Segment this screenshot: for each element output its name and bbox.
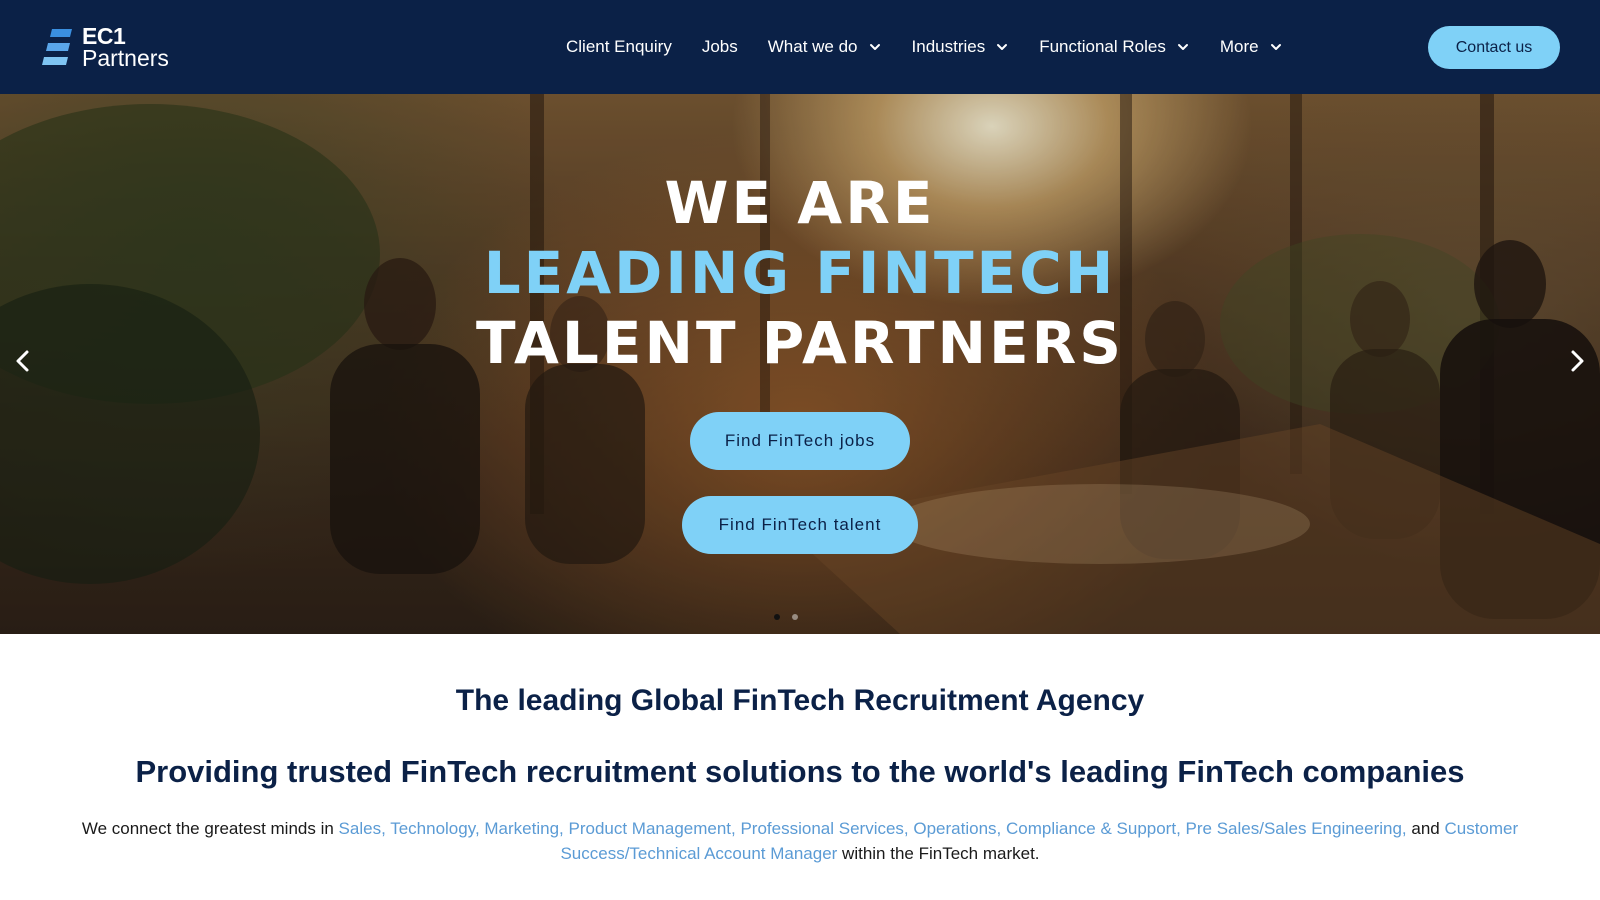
chevron-down-icon xyxy=(997,44,1008,50)
arrow-left-icon[interactable] xyxy=(8,346,38,376)
carousel-dot-1[interactable] xyxy=(774,614,780,620)
intro-and: and xyxy=(1406,819,1445,838)
chevron-down-icon xyxy=(869,44,880,50)
arrow-right-icon[interactable] xyxy=(1562,346,1592,376)
chevron-down-icon xyxy=(1177,44,1188,50)
intro-prefix: We connect the greatest minds in xyxy=(81,819,339,838)
find-fintech-talent-button[interactable]: Find FinTech talent xyxy=(682,496,918,554)
hero-carousel: WE ARE LEADING FINTECH TALENT PARTNERS F… xyxy=(0,94,1600,634)
nav-item-client-enquiry[interactable]: Client Enquiry xyxy=(566,37,672,57)
chevron-down-icon xyxy=(1270,44,1281,50)
nav-item-industries[interactable]: Industries xyxy=(912,37,1010,57)
nav-item-label: Client Enquiry xyxy=(566,37,672,56)
contact-us-button[interactable]: Contact us xyxy=(1428,26,1560,69)
hero-title-line-1: WE ARE xyxy=(664,169,936,237)
intro-paragraph: We connect the greatest minds in Sales, … xyxy=(40,816,1560,866)
carousel-dot-2[interactable] xyxy=(792,614,798,620)
nav-item-more[interactable]: More xyxy=(1220,37,1283,57)
nav-item-functional-roles[interactable]: Functional Roles xyxy=(1039,37,1190,57)
page-heading: The leading Global FinTech Recruitment A… xyxy=(455,684,1145,717)
nav-item-label: Jobs xyxy=(701,37,738,56)
hero-title-line-3: TALENT PARTNERS xyxy=(475,309,1125,377)
site-header: EC1 Partners Client Enquiry Jobs What we… xyxy=(0,0,1600,94)
nav-item-label: More xyxy=(1219,37,1259,56)
intro-roles-links[interactable]: Sales, Technology, Marketing, Product Ma… xyxy=(339,819,1407,838)
intro-suffix: within the FinTech market. xyxy=(837,844,1040,863)
main-nav: Client Enquiry Jobs What we do Industrie… xyxy=(566,30,1283,64)
logo[interactable]: EC1 Partners xyxy=(42,24,192,72)
carousel-dots xyxy=(774,614,810,620)
nav-item-jobs[interactable]: Jobs xyxy=(702,37,738,57)
hero-title-line-2: LEADING FINTECH xyxy=(483,239,1117,307)
logo-text-partners: Partners xyxy=(82,45,169,71)
nav-item-label: Industries xyxy=(911,37,986,56)
nav-item-what-we-do[interactable]: What we do xyxy=(768,37,882,57)
page-subheading: Providing trusted FinTech recruitment so… xyxy=(135,754,1465,789)
find-fintech-jobs-button[interactable]: Find FinTech jobs xyxy=(690,412,910,470)
nav-item-label: Functional Roles xyxy=(1039,37,1166,56)
hero-title: WE ARE LEADING FINTECH TALENT PARTNERS xyxy=(0,168,1600,378)
logo-mark-icon xyxy=(42,29,72,65)
nav-item-label: What we do xyxy=(767,37,858,56)
